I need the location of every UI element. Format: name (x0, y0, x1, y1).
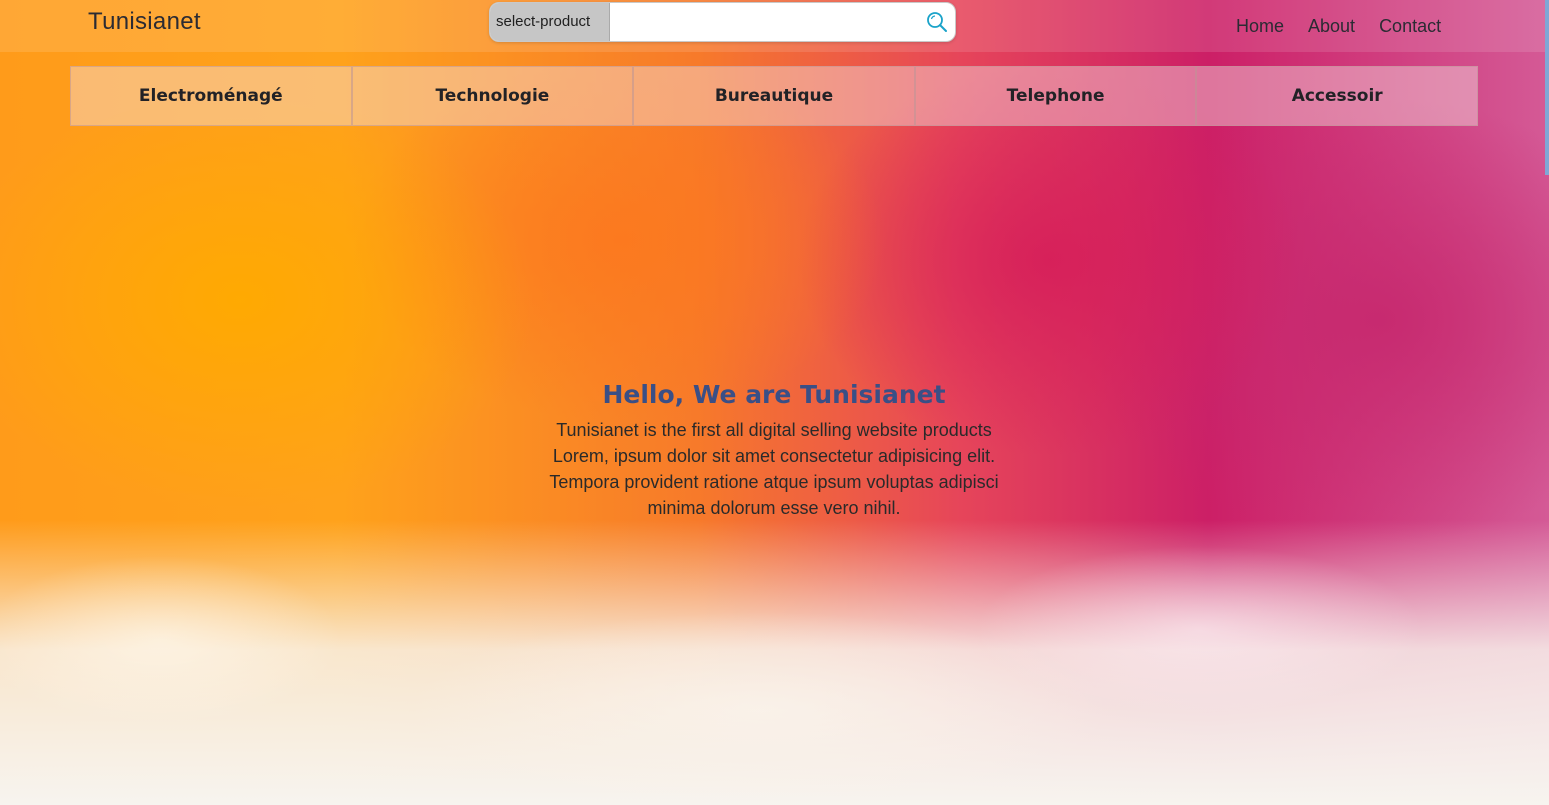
hero-line: Tunisianet is the first all digital sell… (556, 420, 992, 440)
top-navbar: Tunisianet select-product Home About Con… (0, 0, 1545, 52)
nav-home-link[interactable]: Home (1236, 16, 1284, 37)
category-telephone[interactable]: Telephone (914, 66, 1197, 126)
page-background: Tunisianet select-product Home About Con… (0, 0, 1549, 805)
search-icon (927, 12, 947, 32)
product-select[interactable]: select-product (490, 3, 610, 41)
hero-title: Hello, We are Tunisianet (602, 380, 946, 409)
search-input[interactable] (610, 3, 926, 41)
search-bar: select-product (489, 2, 956, 42)
category-bar: Electroménagé Technologie Bureautique Te… (70, 66, 1478, 126)
scrollbar-edge (1545, 0, 1549, 175)
hero-description: Tunisianet is the first all digital sell… (474, 417, 1074, 521)
nav-links: Home About Contact (1236, 16, 1441, 37)
nav-about-link[interactable]: About (1308, 16, 1355, 37)
brand-logo[interactable]: Tunisianet (88, 8, 201, 36)
background-wash (0, 480, 1549, 805)
hero-section: Hello, We are Tunisianet Tunisianet is t… (474, 380, 1074, 521)
hero-line: Lorem, ipsum dolor sit amet consectetur … (552, 446, 996, 466)
hero-line: minima dolorum esse vero nihil. (647, 498, 901, 518)
hero-line: Tempora provident ratione atque ipsum vo… (549, 472, 999, 492)
category-electromenage[interactable]: Electroménagé (70, 66, 352, 126)
product-select-label: select-product (496, 13, 591, 30)
search-button[interactable] (923, 8, 951, 36)
nav-contact-link[interactable]: Contact (1379, 16, 1441, 37)
category-bureautique[interactable]: Bureautique (633, 66, 915, 126)
category-technologie[interactable]: Technologie (351, 66, 634, 126)
category-accessoir[interactable]: Accessoir (1196, 66, 1478, 126)
